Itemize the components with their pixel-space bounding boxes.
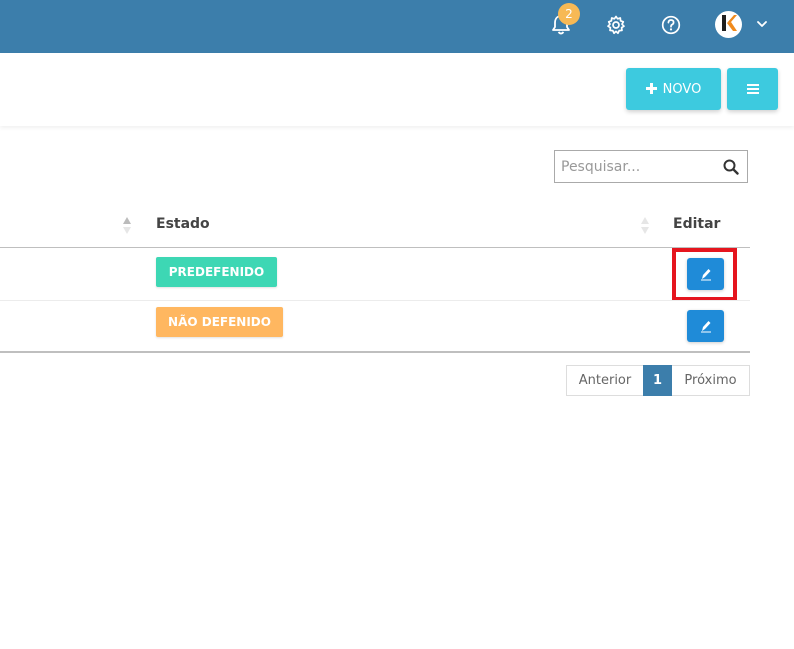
new-button-label: NOVO xyxy=(662,81,702,97)
pagination: Anterior 1 Próximo xyxy=(566,365,750,396)
sort-toggle-estado[interactable] xyxy=(640,216,650,236)
table-bottom-border xyxy=(0,351,750,353)
column-header-editar: Editar xyxy=(673,216,721,232)
list-menu-button[interactable] xyxy=(727,68,778,110)
sort-toggle-previous-column[interactable] xyxy=(122,216,132,236)
new-button[interactable]: NOVO xyxy=(626,68,721,110)
gear-icon xyxy=(607,15,625,35)
previous-page-button[interactable]: Anterior xyxy=(566,365,643,396)
row-divider xyxy=(0,300,750,301)
help-icon xyxy=(661,15,681,35)
next-page-button[interactable]: Próximo xyxy=(672,365,750,396)
user-avatar[interactable] xyxy=(715,11,742,38)
avatar-logo xyxy=(720,14,738,36)
k-logo-icon xyxy=(721,14,737,31)
notification-count-badge: 2 xyxy=(558,3,580,25)
user-menu-toggle[interactable] xyxy=(755,16,769,35)
column-header-estado[interactable]: Estado xyxy=(156,216,210,232)
table-header-divider xyxy=(0,247,750,248)
status-badge: NÃO DEFENIDO xyxy=(156,307,283,337)
page-1-button[interactable]: 1 xyxy=(643,365,672,396)
search-icon xyxy=(723,159,739,175)
help-button[interactable] xyxy=(656,10,686,40)
search-box xyxy=(554,150,748,183)
edit-button-highlight xyxy=(672,248,737,301)
search-button[interactable] xyxy=(723,159,739,179)
hamburger-icon xyxy=(746,84,759,94)
settings-button[interactable] xyxy=(601,10,631,40)
status-badge: PREDEFENIDO xyxy=(156,257,277,287)
plus-icon xyxy=(645,81,657,97)
edit-button[interactable] xyxy=(687,310,724,342)
chevron-down-icon xyxy=(757,21,767,27)
pencil-icon xyxy=(700,321,711,333)
search-input[interactable] xyxy=(555,151,721,182)
